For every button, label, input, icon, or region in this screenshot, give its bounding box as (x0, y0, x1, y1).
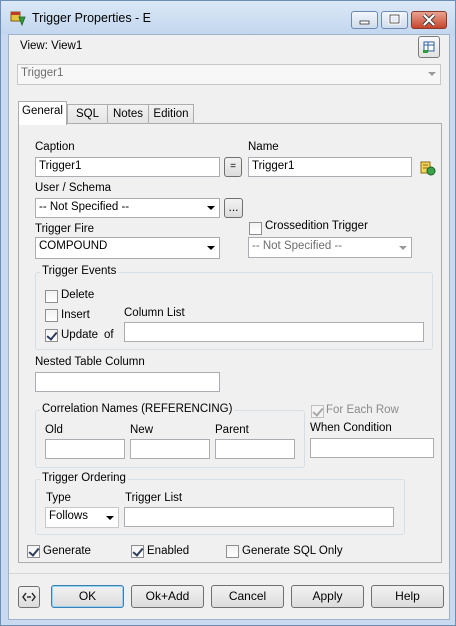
generate-sql-only-label: Generate SQL Only (242, 545, 343, 557)
column-list-input[interactable] (124, 322, 424, 342)
minimize-button[interactable] (351, 11, 378, 29)
caption-label: Caption (35, 141, 75, 153)
trigger-fire-value: COMPOUND (39, 240, 108, 252)
maximize-button[interactable] (381, 11, 408, 29)
code-brackets-icon (22, 592, 36, 602)
column-list-label: Column List (124, 307, 185, 319)
parent-input[interactable] (215, 439, 295, 459)
chevron-down-icon (399, 246, 407, 250)
update-label: Update (61, 329, 99, 341)
dialog-body: View: View1 Trigger1 General SQL Notes E… (8, 34, 450, 620)
correlation-caption: Correlation Names (REFERENCING) (40, 403, 235, 415)
apply-button[interactable]: Apply (291, 585, 364, 608)
tab-strip: General SQL Notes Edition (18, 101, 442, 125)
maximize-icon (388, 13, 401, 25)
crossedition-label: Crossedition Trigger (265, 220, 368, 232)
enabled-label: Enabled (147, 545, 190, 557)
for-each-row-label: For Each Row (326, 404, 399, 416)
chevron-down-icon (207, 246, 215, 250)
browse-schema-button[interactable]: ... (224, 198, 243, 218)
when-condition-input[interactable] (310, 438, 434, 458)
trigger-ordering-caption: Trigger Ordering (40, 472, 128, 484)
when-condition-label: When Condition (310, 422, 392, 434)
trigger-fire-label: Trigger Fire (35, 223, 94, 235)
view-selector-button[interactable] (418, 36, 440, 58)
sync-name-button[interactable]: = (224, 157, 242, 177)
ok-add-button[interactable]: Ok+Add (131, 585, 204, 608)
sql-preview-button[interactable] (18, 586, 40, 608)
chevron-down-icon (207, 206, 215, 210)
rename-edit-icon[interactable] (420, 160, 436, 176)
user-schema-value: -- Not Specified -- (39, 201, 130, 213)
view-grid-icon (423, 41, 435, 53)
minimize-icon (359, 20, 370, 25)
trigger-fire-combo[interactable]: COMPOUND (35, 237, 220, 259)
close-button[interactable] (411, 11, 447, 29)
trigger-app-icon (10, 11, 26, 26)
dialog-window: Trigger Properties - E View: View1 Trigg… (0, 0, 456, 626)
tab-notes[interactable]: Notes (107, 104, 149, 124)
view-label: View: View1 (20, 40, 83, 52)
type-label: Type (46, 492, 71, 504)
parent-label: Parent (215, 424, 249, 436)
tab-sql[interactable]: SQL (67, 104, 108, 124)
generate-label: Generate (43, 545, 91, 557)
name-input[interactable]: Trigger1 (248, 157, 412, 177)
nested-table-label: Nested Table Column (35, 356, 145, 368)
ordering-type-combo[interactable]: Follows (45, 507, 119, 528)
chevron-down-icon (428, 72, 436, 76)
crossedition-combo[interactable]: -- Not Specified -- (248, 237, 412, 258)
insert-checkbox[interactable] (45, 309, 58, 322)
chevron-down-icon (106, 516, 114, 520)
help-button[interactable]: Help (371, 585, 444, 608)
general-tab-panel: Caption Trigger1 = Name Trigger1 User / … (18, 123, 442, 563)
old-label: Old (45, 424, 63, 436)
generate-checkbox[interactable] (27, 545, 40, 558)
view-selector-value: Trigger1 (21, 67, 64, 79)
tab-general[interactable]: General (18, 101, 67, 125)
crossedition-value: -- Not Specified -- (252, 240, 343, 252)
user-schema-label: User / Schema (35, 182, 112, 194)
crossedition-checkbox[interactable] (249, 222, 262, 235)
caption-input[interactable]: Trigger1 (35, 157, 220, 177)
close-icon (422, 13, 436, 27)
old-input[interactable] (45, 439, 125, 459)
trigger-list-input[interactable] (124, 507, 394, 527)
update-checkbox[interactable] (45, 329, 58, 342)
new-input[interactable] (130, 439, 210, 459)
of-label: of (104, 329, 114, 341)
trigger-list-label: Trigger List (125, 492, 183, 504)
ordering-type-value: Follows (49, 510, 88, 522)
delete-checkbox[interactable] (45, 290, 58, 303)
enabled-checkbox[interactable] (131, 545, 144, 558)
name-label: Name (248, 141, 279, 153)
view-selector-combo[interactable]: Trigger1 (17, 64, 441, 85)
trigger-events-caption: Trigger Events (40, 265, 119, 277)
for-each-row-checkbox[interactable] (311, 405, 324, 418)
tab-edition[interactable]: Edition (148, 104, 194, 124)
delete-label: Delete (61, 289, 95, 301)
user-schema-combo[interactable]: -- Not Specified -- (35, 198, 220, 218)
button-bar-divider (9, 573, 449, 574)
title-bar[interactable]: Trigger Properties - E (1, 1, 455, 35)
cancel-button[interactable]: Cancel (211, 585, 284, 608)
generate-sql-only-checkbox[interactable] (226, 545, 239, 558)
nested-table-input[interactable] (35, 372, 220, 392)
insert-label: Insert (61, 309, 90, 321)
ok-button[interactable]: OK (51, 585, 124, 608)
window-title: Trigger Properties - E (32, 11, 152, 25)
new-label: New (130, 424, 154, 436)
